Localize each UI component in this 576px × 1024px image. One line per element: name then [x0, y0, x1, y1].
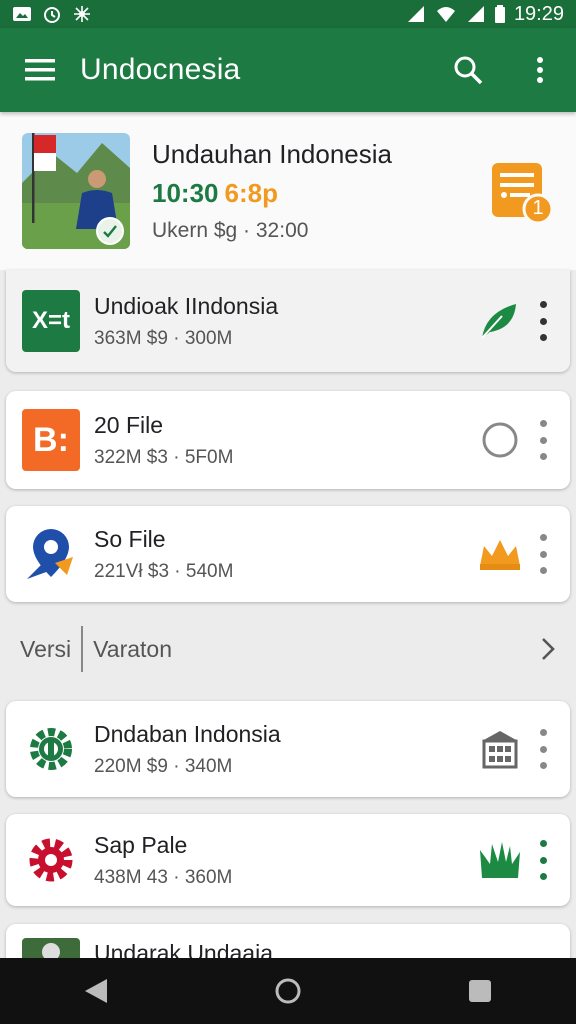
status-bar: 19:29: [0, 0, 576, 28]
item-meta: 363M $9 · 300M: [94, 327, 233, 349]
menu-button[interactable]: [0, 28, 80, 112]
item-meta: 220M $9 · 340M: [94, 755, 233, 777]
list-item[interactable]: B: 20 File 322M $3 · 5F0M: [6, 391, 570, 489]
signal-icon: [467, 6, 484, 22]
search-button[interactable]: [432, 28, 504, 112]
home-icon: [275, 978, 301, 1004]
grass-icon: [478, 838, 522, 882]
crown-icon: [478, 532, 522, 576]
badge-count: 1: [532, 197, 544, 219]
location-pin-icon: [22, 523, 80, 585]
signal-icon: [407, 6, 424, 22]
item-name: 20 File: [94, 411, 164, 438]
app-title: Undocnesia: [80, 53, 241, 86]
list-item[interactable]: So File 221Vł $3 · 540M: [6, 506, 570, 602]
app-bar: Undocnesia: [0, 28, 576, 112]
more-vert-icon[interactable]: [536, 729, 550, 769]
item-name: Dndaban Indonsia: [94, 720, 281, 747]
divider: [81, 626, 84, 672]
more-vert-icon[interactable]: [536, 420, 550, 460]
featured-title: Undauhan Indonesia: [152, 139, 392, 169]
gear-icon: [22, 718, 80, 780]
circle-icon[interactable]: [478, 418, 522, 462]
featured-photo: [22, 133, 130, 249]
list-item[interactable]: X=t Undioak IIndonsia 363M $9 · 300M: [6, 270, 570, 372]
document-button[interactable]: 1: [490, 159, 554, 225]
section-left-label: Versi: [20, 635, 72, 662]
list-item[interactable]: Sap Pale 438M 43 · 360M: [6, 814, 570, 906]
leaf-icon: [478, 299, 522, 343]
featured-times: 10:30 6:8p: [152, 178, 490, 209]
section-right-label: Varaton: [93, 635, 172, 662]
image-icon: [13, 7, 31, 21]
clock: 19:29: [513, 2, 564, 25]
item-name: Sap Pale: [94, 831, 188, 858]
more-vert-icon[interactable]: [536, 301, 550, 341]
red-gear-icon: [22, 829, 80, 891]
list-item[interactable]: Dndaban Indonsia 220M $9 · 340M: [6, 701, 570, 797]
item-name: So File: [94, 525, 166, 552]
home-button[interactable]: [248, 958, 328, 1024]
sync-icon: [74, 6, 90, 22]
back-button[interactable]: [56, 958, 136, 1024]
chevron-right-icon[interactable]: [540, 637, 556, 661]
featured-time-primary: 10:30: [152, 178, 219, 208]
item-meta: 438M 43 · 360M: [94, 866, 233, 888]
featured-subtitle: Ukern $g · 32:00: [152, 219, 309, 242]
alarm-icon: [44, 7, 60, 23]
back-icon: [85, 979, 107, 1003]
menu-icon: [25, 59, 55, 81]
item-meta: 322M $3 · 5F0M: [94, 446, 234, 468]
search-icon: [454, 56, 483, 85]
wifi-icon: [436, 7, 455, 22]
featured-item[interactable]: Undauhan Indonesia 10:30 6:8p Ukern $g · …: [0, 112, 576, 270]
featured-time-secondary: 6:8p: [224, 178, 278, 208]
more-options-button[interactable]: [504, 28, 576, 112]
more-vert-icon: [537, 57, 543, 83]
check-badge-icon: [96, 217, 124, 245]
battery-icon: [494, 5, 505, 23]
spreadsheet-icon: X=t: [22, 290, 80, 352]
more-vert-icon[interactable]: [536, 534, 550, 574]
item-name: Undioak IIndonsia: [94, 292, 279, 319]
recents-button[interactable]: [440, 958, 520, 1024]
section-header[interactable]: Versi Varaton: [0, 618, 576, 680]
recents-icon: [469, 980, 491, 1002]
system-nav-bar: [0, 958, 576, 1024]
item-meta: 221Vł $3 · 540M: [94, 560, 234, 582]
building-icon: [478, 727, 522, 771]
b-app-icon: B:: [22, 409, 80, 471]
more-vert-icon[interactable]: [536, 840, 550, 880]
